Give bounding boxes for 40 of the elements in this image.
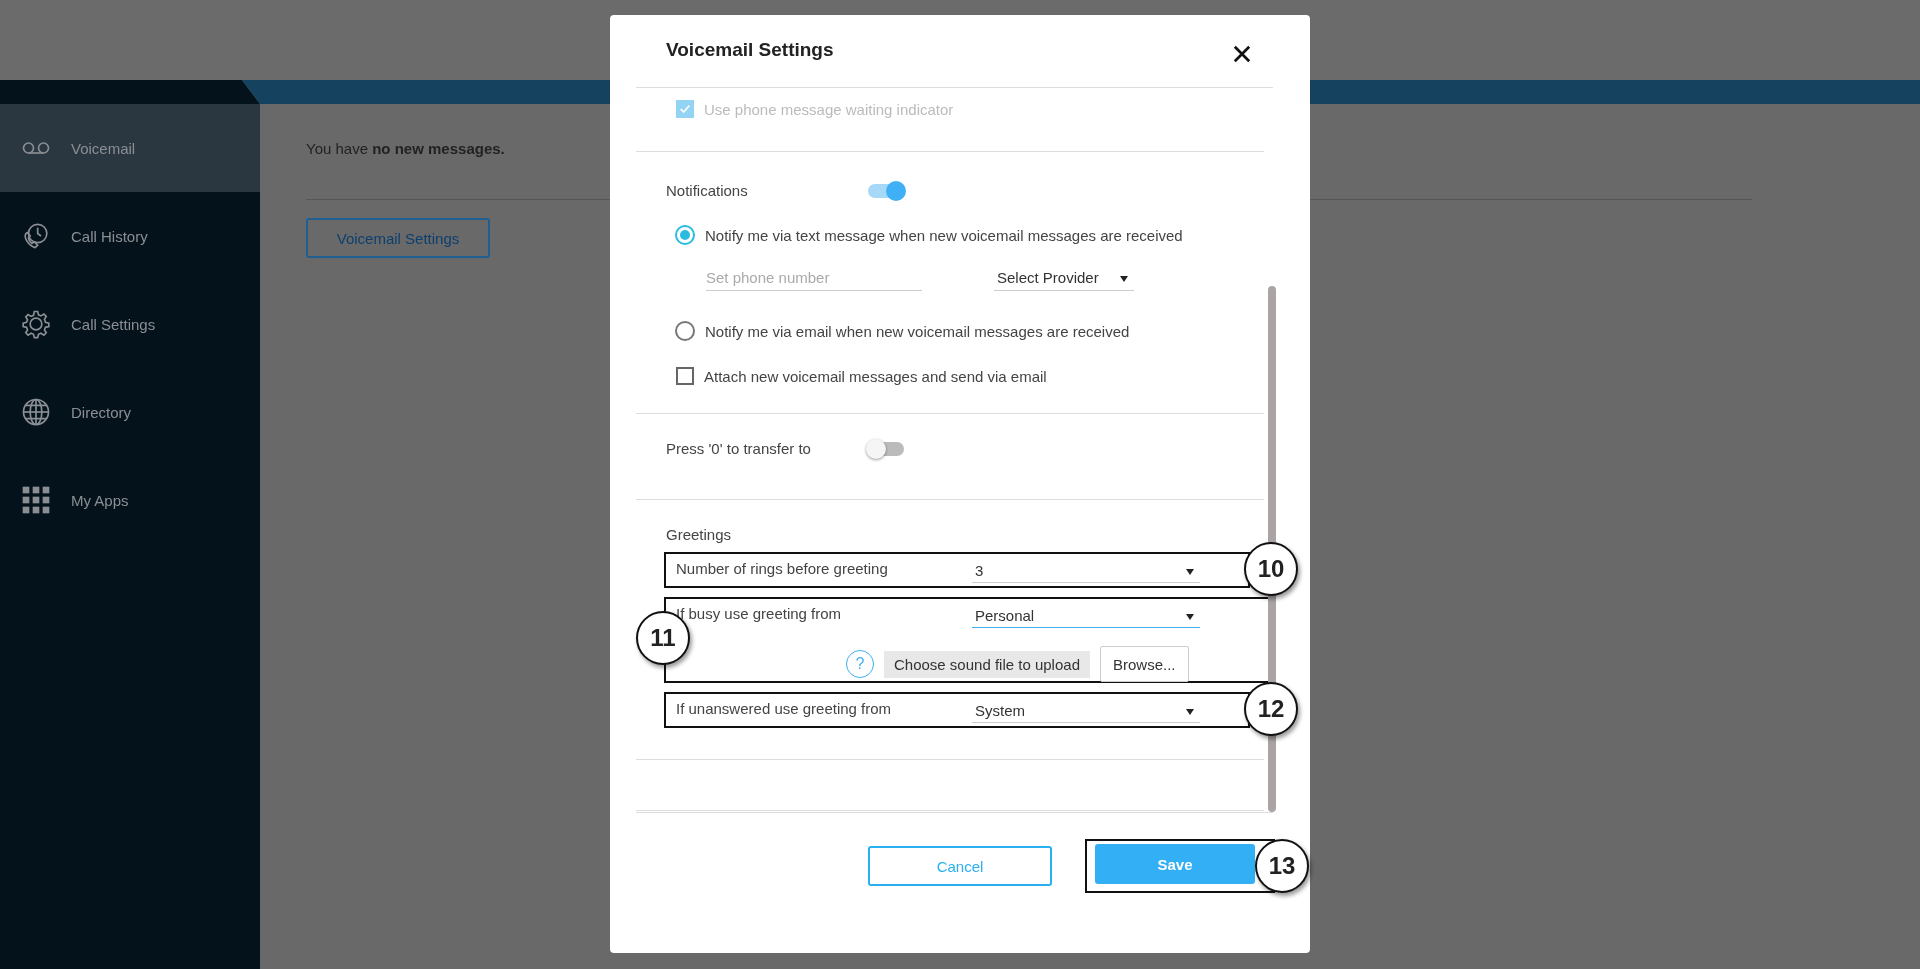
sidebar-item[interactable]: My Apps xyxy=(0,456,260,544)
radio-button[interactable] xyxy=(675,225,695,245)
toggle-switch[interactable] xyxy=(868,183,904,198)
annotation-number: 10 xyxy=(1244,542,1298,596)
greeting-label: Number of rings before greeting xyxy=(676,560,889,579)
notifications-label: Notifications xyxy=(666,182,749,199)
sidebar-item[interactable]: Voicemail xyxy=(0,104,260,192)
radio-label: Notify me via email when new voicemail messages are received xyxy=(705,322,1130,340)
greeting-dropdown[interactable]: System xyxy=(972,700,1200,723)
toggle-switch[interactable] xyxy=(868,441,904,456)
transfer-label: Press '0' to transfer to xyxy=(666,440,812,457)
globe-icon xyxy=(21,397,51,427)
browse-button[interactable]: Browse... xyxy=(1100,646,1189,682)
checkbox-label: Use phone message waiting indicator xyxy=(704,100,954,118)
settings-icon xyxy=(21,309,51,339)
sidebar-item[interactable]: Call History xyxy=(0,192,260,280)
provider-dropdown[interactable]: Select Provider xyxy=(994,267,1134,291)
check-icon xyxy=(678,102,692,116)
greeting-dropdown[interactable]: 3 xyxy=(972,560,1200,583)
sidebar-item[interactable]: Call Settings xyxy=(0,280,260,368)
radio-button[interactable] xyxy=(675,321,695,341)
caret-icon xyxy=(1120,276,1128,282)
close-icon[interactable] xyxy=(1233,45,1251,63)
caret-icon xyxy=(1186,569,1194,575)
caret-icon xyxy=(1186,614,1194,620)
file-name-field: Choose sound file to upload xyxy=(884,650,1090,678)
sidebar-item[interactable]: Directory xyxy=(0,368,260,456)
caret-icon xyxy=(1186,709,1194,715)
dialog-title: Voicemail Settings xyxy=(666,39,834,61)
annotation-number: 13 xyxy=(1255,839,1309,893)
greeting-dropdown[interactable]: Personal xyxy=(972,605,1200,628)
radio-label: Notify me via text message when new voicemail messages are received xyxy=(705,226,1183,244)
greeting-label: If unanswered use greeting from xyxy=(676,700,893,719)
clock-phone-icon xyxy=(21,221,51,251)
annotation-number: 12 xyxy=(1244,682,1298,736)
grid-icon xyxy=(21,485,51,515)
message-text: You have no new messages. xyxy=(306,140,506,157)
checkbox[interactable] xyxy=(676,367,694,385)
greetings-heading: Greetings xyxy=(666,526,733,543)
checkbox-label: Attach new voicemail messages and send via email xyxy=(704,367,1047,385)
